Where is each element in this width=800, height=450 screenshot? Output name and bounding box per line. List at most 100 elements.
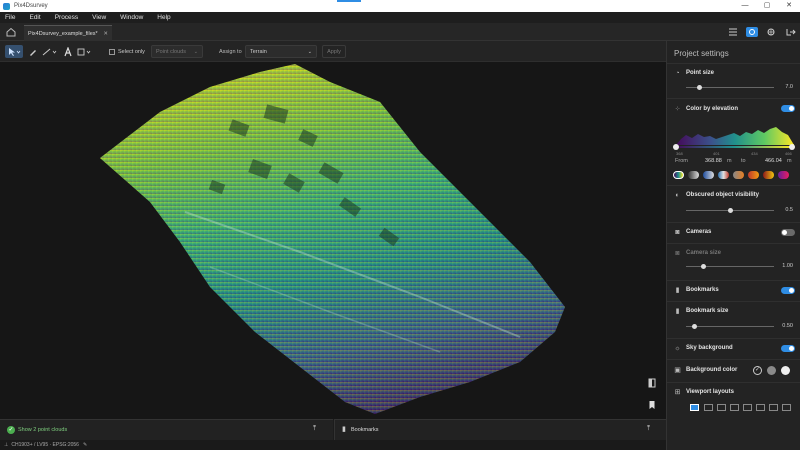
elevation-range-track[interactable] — [675, 146, 793, 148]
check-circle-icon: ✓ — [7, 426, 15, 434]
background-color-swatch-white[interactable] — [781, 366, 790, 375]
annotation-icon — [64, 46, 72, 56]
axis-tick: 466 — [785, 151, 792, 156]
colormap-swatch-viridis[interactable] — [673, 171, 684, 179]
layout-three-top-button[interactable] — [769, 404, 778, 411]
point-size-icon: ◔ — [675, 70, 680, 77]
colormap-swatch[interactable] — [703, 171, 714, 179]
3d-viewport[interactable] — [0, 62, 666, 419]
layout-three-right-button[interactable] — [756, 404, 765, 411]
edit-icon[interactable]: ✎ — [83, 442, 87, 448]
menu-help[interactable]: Help — [157, 14, 170, 21]
paint-tool-button[interactable] — [27, 45, 39, 58]
sun-icon: ☼ — [674, 345, 681, 352]
expand-up-icon[interactable]: ⤒ — [647, 425, 650, 433]
layers-icon[interactable] — [765, 27, 777, 37]
menu-window[interactable]: Window — [120, 14, 143, 21]
layout-three-bottom-button[interactable] — [782, 404, 791, 411]
point-size-label: Point size — [686, 70, 715, 76]
home-button[interactable] — [4, 26, 18, 38]
range-min-handle[interactable] — [673, 144, 679, 150]
background-color-label: Background color — [686, 367, 738, 373]
point-clouds-panel-header[interactable]: ✓ Show 2 point clouds ⤒ — [0, 419, 333, 440]
viewport-bookmark-panel-button[interactable] — [646, 378, 658, 388]
select-tool-button[interactable] — [5, 45, 23, 58]
list-view-icon[interactable] — [727, 27, 739, 37]
to-value-field[interactable]: 466.04 — [765, 158, 782, 164]
point-cloud-render — [100, 64, 565, 414]
menu-edit[interactable]: Edit — [29, 14, 40, 21]
background-color-icon: ▣ — [674, 367, 681, 374]
apply-button[interactable]: Apply — [322, 45, 346, 58]
obscured-visibility-section: ◐ Obscured object visibility 0.5 — [667, 185, 800, 221]
background-color-swatch-dark[interactable]: ✓ — [753, 366, 762, 375]
layout-two-horizontal-button[interactable] — [717, 404, 726, 411]
from-value-field[interactable]: 368.88 — [705, 158, 722, 164]
viewport-layouts-label: Viewport layouts — [686, 389, 734, 395]
bookmarks-toggle[interactable] — [781, 287, 795, 294]
viewport-add-bookmark-button[interactable] — [646, 400, 658, 410]
cameras-toggle[interactable] — [781, 229, 795, 236]
close-window-button[interactable]: ✕ — [778, 0, 800, 12]
close-icon[interactable]: ✕ — [103, 31, 108, 37]
export-icon[interactable] — [784, 27, 796, 37]
colormap-swatch[interactable] — [718, 171, 729, 179]
color-by-elevation-toggle[interactable] — [781, 105, 795, 112]
axis-tick: 401 — [713, 151, 720, 156]
app-logo-icon — [3, 2, 10, 10]
camera-size-slider[interactable] — [686, 264, 774, 269]
bookmark-icon — [649, 401, 655, 409]
bookmark-size-slider[interactable] — [686, 324, 774, 329]
to-unit: m — [787, 158, 792, 164]
menu-bar: File Edit Process View Window Help — [0, 12, 800, 23]
background-color-swatch-grey[interactable] — [767, 366, 776, 375]
select-only-checkbox[interactable]: Select only — [109, 45, 145, 58]
slider-knob[interactable] — [727, 208, 733, 213]
color-by-elevation-section: ⁘ Color by elevation 368 401 434 466 Fro… — [667, 98, 800, 184]
assign-to-dropdown[interactable]: Terrain ⌄ — [245, 45, 317, 58]
volume-tool-button[interactable] — [77, 45, 93, 58]
layout-four-grid-button[interactable] — [730, 404, 739, 411]
maximize-button[interactable]: ▢ — [756, 0, 778, 12]
camera-size-label: Camera size — [686, 250, 722, 256]
text-tool-button[interactable] — [62, 45, 74, 58]
cameras-label: Cameras — [686, 229, 712, 235]
project-settings-panel: Project settings ◔ Point size 7.0 ⁘ Colo… — [666, 41, 800, 450]
range-max-handle[interactable] — [789, 144, 795, 150]
volume-icon — [77, 48, 91, 55]
to-label: to — [741, 158, 746, 164]
layout-single-button[interactable] — [690, 404, 699, 411]
title-accent-bar — [337, 0, 361, 2]
sky-background-toggle[interactable] — [781, 345, 795, 352]
colormap-swatch[interactable] — [778, 171, 789, 179]
colormap-swatch[interactable] — [763, 171, 774, 179]
measure-tool-button[interactable] — [42, 45, 58, 58]
point-size-slider[interactable] — [686, 85, 774, 90]
point-clouds-value: Point clouds — [156, 48, 186, 55]
axis-tick: 368 — [676, 151, 683, 156]
slider-knob[interactable] — [701, 264, 707, 269]
menu-view[interactable]: View — [92, 14, 106, 21]
settings-icon[interactable] — [746, 27, 758, 37]
layout-two-vertical-button[interactable] — [704, 404, 713, 411]
slider-knob[interactable] — [696, 85, 702, 90]
colormap-swatch[interactable] — [748, 171, 759, 179]
bookmarks-panel-header[interactable]: ▮ Bookmarks ⤒ — [334, 419, 666, 440]
palette-icon: ⁘ — [674, 106, 681, 113]
expand-up-icon[interactable]: ⤒ — [313, 425, 316, 433]
cursor-icon — [9, 47, 21, 56]
colormap-swatch[interactable] — [733, 171, 744, 179]
slider-knob[interactable] — [692, 324, 698, 329]
point-clouds-dropdown[interactable]: Point clouds ⌄ — [151, 45, 203, 58]
viewport-layouts-section: ⊞ Viewport layouts — [667, 382, 800, 422]
panel-icon — [648, 378, 656, 388]
minimize-button[interactable]: — — [734, 0, 756, 12]
bookmark-size-label: Bookmark size — [686, 308, 729, 314]
tab-project[interactable]: Pix4Dsurvey_example_files* ✕ — [24, 25, 112, 41]
menu-process[interactable]: Process — [55, 14, 78, 21]
menu-file[interactable]: File — [5, 14, 15, 21]
layout-three-left-button[interactable] — [743, 404, 752, 411]
colormap-swatch[interactable] — [688, 171, 699, 179]
obscured-visibility-slider[interactable] — [686, 208, 774, 213]
bookmark-size-value: 0.50 — [782, 323, 793, 329]
